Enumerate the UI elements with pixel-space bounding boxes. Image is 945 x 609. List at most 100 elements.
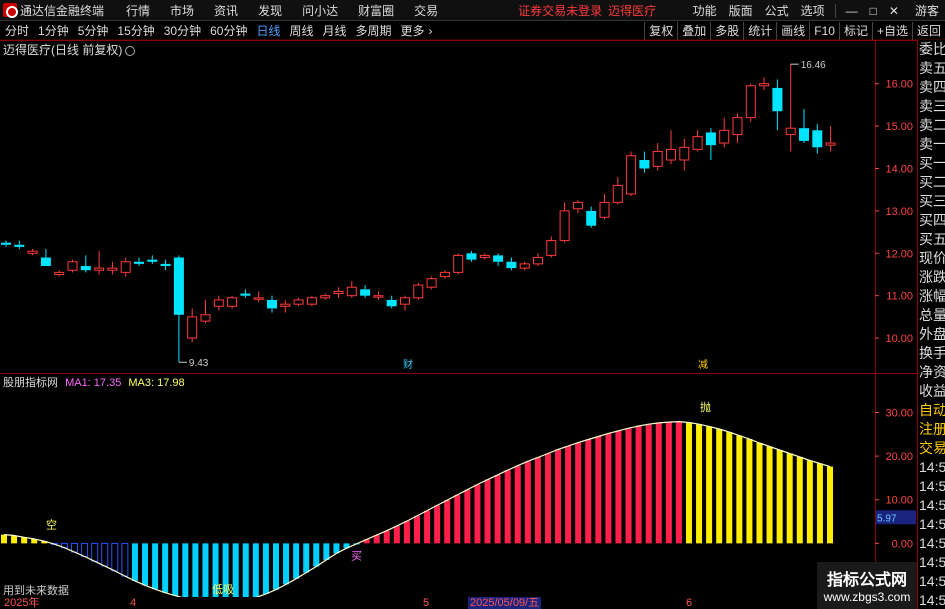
signal-cai: 财 bbox=[403, 358, 413, 371]
indicator-name[interactable]: 股朋指标网 bbox=[3, 377, 58, 389]
candle-body bbox=[453, 254, 464, 273]
side-panel-item[interactable]: 卖一 bbox=[918, 135, 945, 154]
candle-body bbox=[692, 136, 703, 150]
side-panel-item[interactable]: 买三 bbox=[918, 192, 945, 211]
guest-label[interactable]: 游客 bbox=[915, 2, 939, 19]
more-arrow-icon[interactable]: › bbox=[429, 24, 433, 38]
side-panel-item[interactable]: 总量 bbox=[918, 306, 945, 325]
close-button[interactable]: ✕ bbox=[889, 4, 899, 18]
candle-body bbox=[466, 253, 477, 260]
indicator-bar bbox=[494, 474, 501, 544]
side-panel-item[interactable]: 买五 bbox=[918, 230, 945, 249]
menu-trade[interactable]: 交易 bbox=[414, 2, 438, 19]
watermark: 指标公式网 www.zbgs3.com bbox=[817, 562, 917, 609]
side-panel-item[interactable]: 卖三 bbox=[918, 97, 945, 116]
side-panel-item[interactable]: 注册 bbox=[918, 420, 945, 439]
candle bbox=[227, 295, 238, 309]
candle-body bbox=[506, 261, 517, 269]
menu-quotes[interactable]: 行情 bbox=[126, 2, 150, 19]
menu-bar: 通达信金融终端 行情 市场 资讯 发现 问小达 财富圈 交易 证券交易未登录 迈… bbox=[0, 0, 945, 21]
candle bbox=[253, 291, 264, 303]
period-tab[interactable]: 15分钟 bbox=[117, 22, 154, 39]
maximize-button[interactable]: □ bbox=[870, 4, 877, 18]
indicator-bar bbox=[172, 543, 179, 596]
settings-circle-icon[interactable] bbox=[125, 45, 136, 56]
candle-body bbox=[825, 142, 836, 146]
candle-body bbox=[493, 255, 504, 262]
candle-body bbox=[107, 267, 118, 271]
side-panel-item[interactable]: 14:56 bbox=[918, 553, 945, 572]
side-panel-item[interactable]: 卖二 bbox=[918, 116, 945, 135]
period-tab[interactable]: 30分钟 bbox=[164, 22, 201, 39]
menu-ask-xiaoda[interactable]: 问小达 bbox=[302, 2, 338, 19]
period-tab[interactable]: 5分钟 bbox=[78, 22, 109, 39]
side-panel-item[interactable]: 14:56 bbox=[918, 572, 945, 591]
period-tab[interactable]: 1分钟 bbox=[38, 22, 69, 39]
chart-area[interactable]: 10.00 11.00 12.00 13.00 14.00 15.00 16.00 16.46… bbox=[0, 40, 917, 597]
period-tab-daily[interactable]: 日线 bbox=[256, 22, 280, 39]
side-panel-item[interactable]: 卖四 bbox=[918, 78, 945, 97]
candle-body bbox=[80, 266, 91, 271]
tool-statistics[interactable]: 统计 bbox=[743, 22, 776, 40]
side-panel-item[interactable]: 委比 bbox=[918, 40, 945, 59]
side-panel-item[interactable]: 自动 bbox=[918, 401, 945, 420]
candle bbox=[719, 117, 730, 148]
side-panel-item[interactable]: 买一 bbox=[918, 154, 945, 173]
side-panel-item[interactable]: 换手 bbox=[918, 344, 945, 363]
side-panel-item[interactable]: 涨幅 bbox=[918, 287, 945, 306]
menu-market[interactable]: 市场 bbox=[170, 2, 194, 19]
tool-draw-line[interactable]: 画线 bbox=[776, 22, 809, 40]
period-tab[interactable]: 月线 bbox=[323, 22, 347, 39]
side-panel-item[interactable]: 14:56 bbox=[918, 591, 945, 609]
candle bbox=[360, 285, 371, 298]
side-panel-item[interactable]: 14:56 bbox=[918, 496, 945, 515]
tool-adjust[interactable]: 复权 bbox=[644, 22, 677, 40]
indicator-bar bbox=[11, 535, 18, 544]
menu-formula[interactable]: 公式 bbox=[765, 2, 789, 19]
period-tab-more[interactable]: 更多 bbox=[401, 22, 425, 39]
tool-add-watchlist[interactable]: +自选 bbox=[871, 22, 912, 40]
tool-overlay[interactable]: 叠加 bbox=[677, 22, 710, 40]
menu-wealth-circle[interactable]: 财富圈 bbox=[358, 2, 394, 19]
indicator-bar bbox=[272, 543, 279, 590]
tool-back[interactable]: 返回 bbox=[911, 22, 945, 40]
divider bbox=[834, 3, 836, 18]
menu-layout[interactable]: 版面 bbox=[729, 2, 753, 19]
period-tab[interactable]: 周线 bbox=[289, 22, 313, 39]
candle bbox=[705, 128, 716, 160]
side-panel-item[interactable]: 14:56 bbox=[918, 534, 945, 553]
indicator-bar bbox=[91, 542, 99, 562]
indicator-bar bbox=[383, 530, 390, 544]
side-panel-item[interactable]: 买二 bbox=[918, 173, 945, 192]
period-tab[interactable]: 60分钟 bbox=[210, 22, 247, 39]
candle bbox=[825, 126, 836, 152]
indicator-bar bbox=[403, 521, 410, 544]
period-tab[interactable]: 分时 bbox=[5, 22, 29, 39]
candle bbox=[692, 130, 703, 152]
tool-mark[interactable]: 标记 bbox=[838, 22, 872, 40]
side-panel-item[interactable]: 14:56 bbox=[918, 477, 945, 496]
date-label: 6 bbox=[686, 597, 693, 609]
side-panel-item[interactable]: 交易 bbox=[918, 439, 945, 458]
side-panel-item[interactable]: 净资 bbox=[918, 363, 945, 382]
menu-options[interactable]: 选项 bbox=[801, 2, 825, 19]
side-panel-item[interactable]: 卖五 bbox=[918, 59, 945, 78]
side-panel-item[interactable]: 买四 bbox=[918, 211, 945, 230]
side-panel-item[interactable]: 涨跌 bbox=[918, 268, 945, 287]
tool-multi-stock[interactable]: 多股 bbox=[710, 22, 743, 40]
period-tab[interactable]: 多周期 bbox=[356, 22, 392, 39]
menu-function[interactable]: 功能 bbox=[693, 2, 717, 19]
side-panel-item[interactable]: 外盘 bbox=[918, 325, 945, 344]
current-value-label: 5.97 bbox=[877, 513, 897, 524]
side-panel-item[interactable]: 14:56 bbox=[918, 458, 945, 477]
tool-f10[interactable]: F10 bbox=[809, 22, 839, 40]
candle bbox=[559, 202, 570, 243]
menu-discover[interactable]: 发现 bbox=[258, 2, 282, 19]
side-panel-item[interactable]: 14:56 bbox=[918, 515, 945, 534]
minimize-button[interactable]: — bbox=[846, 4, 858, 18]
candle bbox=[80, 255, 91, 273]
side-panel-item[interactable]: 现价 bbox=[918, 249, 945, 268]
side-panel-item[interactable]: 收益 bbox=[918, 382, 945, 401]
menu-news[interactable]: 资讯 bbox=[214, 2, 238, 19]
login-notice[interactable]: 证券交易未登录 bbox=[518, 2, 602, 19]
